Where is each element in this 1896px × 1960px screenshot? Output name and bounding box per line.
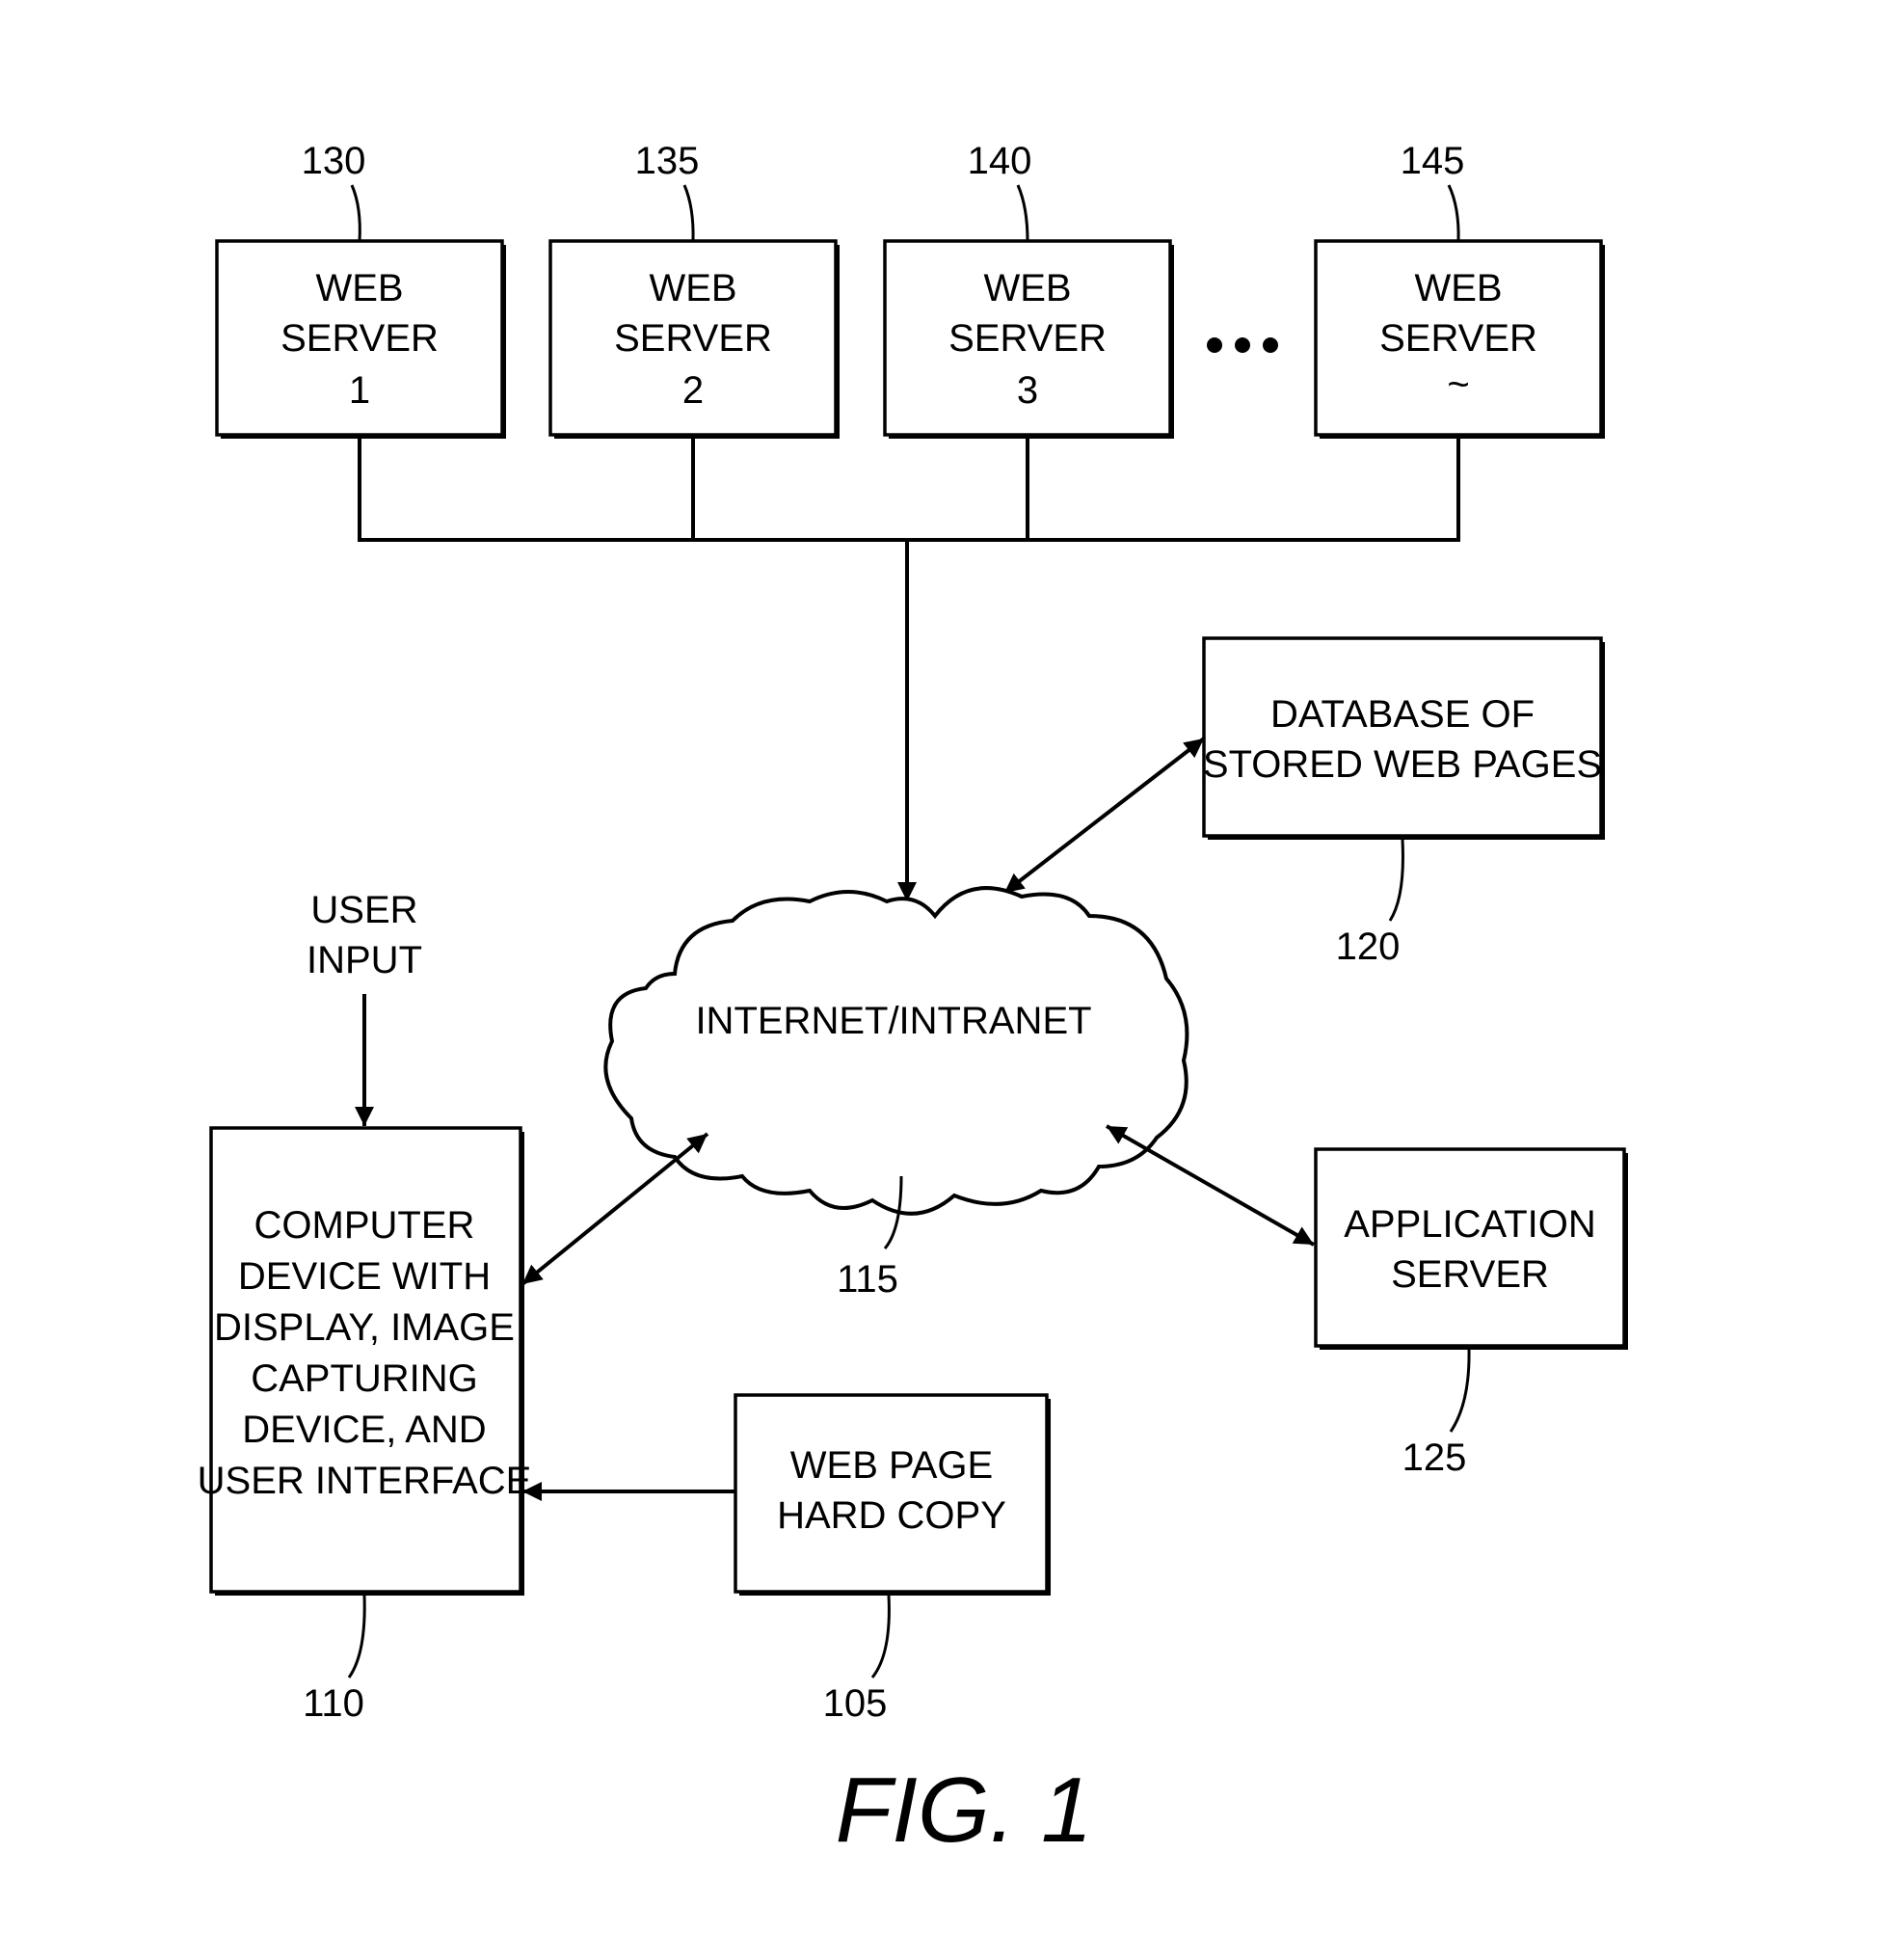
figure-canvas: WEB SERVER 1 WEB SERVER 2 WEB SERVER 3 W… [198, 140, 1628, 1862]
network-cloud: INTERNET/INTRANET [603, 886, 1189, 1216]
web-server-3-line-2: SERVER [948, 317, 1107, 360]
app-server-box: APPLICATION SERVER [1314, 1147, 1628, 1350]
leader-130 [350, 184, 361, 242]
leader-105 [870, 1595, 891, 1678]
hard-copy-line-2: HARD COPY [777, 1494, 1006, 1537]
figure-caption: FIG. 1 [836, 1759, 1093, 1862]
ref-105: 105 [823, 1682, 888, 1725]
ref-145: 145 [1401, 140, 1465, 182]
ref-110: 110 [303, 1682, 364, 1725]
ref-120: 120 [1336, 926, 1401, 968]
database-line-1: DATABASE OF [1270, 693, 1535, 736]
web-server-1-line-3: 1 [349, 369, 370, 412]
ref-135: 135 [635, 140, 700, 182]
web-server-2-line-1: WEB [649, 267, 736, 309]
ellipsis-dot [1207, 337, 1222, 353]
ref-130: 130 [302, 140, 366, 182]
app-server-line-1: APPLICATION [1344, 1203, 1596, 1246]
server-bus [358, 439, 1460, 542]
ref-125: 125 [1402, 1436, 1467, 1479]
computer-line-2: DEVICE WITH [238, 1255, 491, 1298]
database-box: DATABASE OF STORED WEB PAGES [1202, 636, 1605, 840]
web-server-n-line-1: WEB [1414, 267, 1502, 309]
ellipsis-dot [1263, 337, 1278, 353]
ellipsis-dots [1207, 337, 1278, 353]
ellipsis-dot [1235, 337, 1250, 353]
web-server-1: WEB SERVER 1 [215, 239, 506, 439]
database-line-2: STORED WEB PAGES [1203, 743, 1602, 786]
web-server-1-line-2: SERVER [280, 317, 439, 360]
network-label: INTERNET/INTRANET [695, 1000, 1091, 1042]
computer-line-3: DISPLAY, IMAGE [214, 1306, 515, 1349]
hard-copy-box: WEB PAGE HARD COPY [734, 1393, 1051, 1596]
web-server-3-line-1: WEB [983, 267, 1071, 309]
computer-line-1: COMPUTER [254, 1204, 475, 1247]
web-server-n-line-3: ~ [1447, 363, 1469, 406]
web-server-n: WEB SERVER ~ [1314, 239, 1605, 439]
leader-145 [1447, 184, 1460, 242]
leader-120 [1388, 839, 1404, 922]
user-input-line-2: INPUT [307, 939, 422, 981]
web-server-3: WEB SERVER 3 [883, 239, 1174, 439]
web-server-n-line-2: SERVER [1379, 317, 1537, 360]
web-server-2-line-3: 2 [682, 369, 704, 412]
arrow-computer-network [521, 1132, 709, 1286]
leader-135 [682, 184, 695, 242]
leader-140 [1016, 184, 1029, 242]
leader-110 [347, 1595, 366, 1678]
web-server-1-line-1: WEB [315, 267, 403, 309]
web-server-2: WEB SERVER 2 [548, 239, 840, 439]
computer-line-5: DEVICE, AND [242, 1409, 486, 1451]
leader-125 [1449, 1349, 1471, 1433]
ref-140: 140 [968, 140, 1032, 182]
user-input-line-1: USER [310, 889, 417, 931]
arrow-database-network [1002, 737, 1206, 895]
computer-device-box: COMPUTER DEVICE WITH DISPLAY, IMAGE CAPT… [198, 1126, 532, 1596]
hard-copy-line-1: WEB PAGE [790, 1444, 993, 1487]
computer-line-4: CAPTURING [251, 1357, 478, 1400]
web-server-2-line-2: SERVER [614, 317, 772, 360]
web-server-3-line-3: 3 [1017, 369, 1038, 412]
arrow-network-appserver [1106, 1124, 1315, 1247]
computer-line-6: USER INTERFACE [198, 1460, 532, 1502]
app-server-line-2: SERVER [1391, 1253, 1549, 1296]
ref-115: 115 [837, 1258, 898, 1301]
